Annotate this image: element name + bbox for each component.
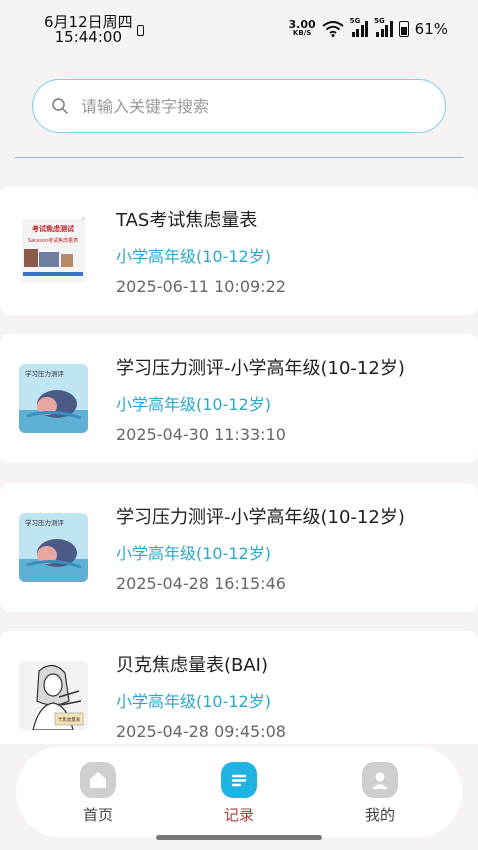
nav-records[interactable]: 记录 bbox=[199, 762, 279, 825]
record-card[interactable]: 卡焦虑量表 贝克焦虑量表(BAI) 小学高年级(10-12岁) 2025-04-… bbox=[0, 631, 478, 744]
signal-1-label: 5G bbox=[349, 17, 361, 25]
nav-mine-label: 我的 bbox=[364, 806, 395, 824]
bottom-nav: 首页 记录 我的 bbox=[16, 746, 462, 838]
record-date: 2025-06-11 10:09:22 bbox=[116, 277, 286, 296]
record-date: 2025-04-28 09:45:08 bbox=[116, 722, 286, 741]
lock-icon bbox=[137, 25, 144, 36]
record-date: 2025-04-28 16:15:46 bbox=[116, 574, 286, 593]
battery-percent: 61% bbox=[414, 20, 448, 38]
nav-mine[interactable]: 我的 bbox=[340, 762, 420, 825]
record-thumbnail: 卡焦虑量表 bbox=[19, 661, 88, 730]
record-title: TAS考试焦虑量表 bbox=[116, 210, 258, 231]
battery-icon bbox=[398, 21, 409, 37]
thumbnail-title: 考试焦虑测试 bbox=[32, 224, 74, 233]
nav-home[interactable]: 首页 bbox=[58, 762, 138, 825]
status-right: 3.00 KB/S 5G 5G 61% bbox=[289, 17, 448, 38]
network-speed: 3.00 KB/S bbox=[289, 19, 316, 38]
nav-home-label: 首页 bbox=[82, 806, 113, 824]
record-thumbnail: 考试焦虑测试 Sarason考试焦虑量表 " bbox=[19, 216, 88, 285]
signal-icon-2: 5G bbox=[374, 17, 393, 37]
record-card[interactable]: 学习压力测评 学习压力测评-小学高年级(10-12岁) 小学高年级(10-12岁… bbox=[0, 483, 478, 612]
record-grade: 小学高年级(10-12岁) bbox=[116, 692, 271, 711]
search-box[interactable] bbox=[32, 79, 446, 133]
status-datetime: 6月12日周四 15:44:00 bbox=[44, 15, 133, 45]
record-grade: 小学高年级(10-12岁) bbox=[116, 247, 271, 266]
wifi-icon bbox=[322, 21, 344, 37]
svg-text:": " bbox=[81, 216, 86, 227]
signal-icon-1: 5G bbox=[350, 17, 369, 37]
search-input[interactable] bbox=[79, 95, 413, 117]
thumbnail-title: 卡焦虑量表 bbox=[58, 716, 81, 723]
record-grade: 小学高年级(10-12岁) bbox=[116, 395, 271, 414]
record-card[interactable]: 考试焦虑测试 Sarason考试焦虑量表 " TAS考试焦虑量表 小学高年级(1… bbox=[0, 186, 478, 315]
thumbnail-subtitle: Sarason考试焦虑量表 bbox=[28, 237, 78, 244]
records-icon bbox=[221, 762, 257, 798]
nav-records-label: 记录 bbox=[223, 806, 254, 824]
record-title: 学习压力测评-小学高年级(10-12岁) bbox=[116, 507, 405, 528]
thumbnail-title: 学习压力测评 bbox=[25, 518, 65, 527]
record-title: 贝克焦虑量表(BAI) bbox=[116, 655, 269, 676]
record-list[interactable]: 考试焦虑测试 Sarason考试焦虑量表 " TAS考试焦虑量表 小学高年级(1… bbox=[0, 186, 478, 744]
home-icon bbox=[80, 762, 116, 798]
record-date: 2025-04-30 11:33:10 bbox=[116, 425, 286, 444]
status-time: 15:44:00 bbox=[54, 28, 122, 46]
thumbnail-title: 学习压力测评 bbox=[25, 369, 65, 378]
signal-2-label: 5G bbox=[374, 17, 385, 25]
user-icon bbox=[362, 762, 398, 798]
record-card[interactable]: 学习压力测评 学习压力测评-小学高年级(10-12岁) 小学高年级(10-12岁… bbox=[0, 334, 478, 463]
record-title: 学习压力测评-小学高年级(10-12岁) bbox=[116, 358, 405, 379]
record-thumbnail: 学习压力测评 bbox=[19, 513, 88, 582]
search-icon bbox=[52, 98, 68, 114]
divider bbox=[15, 157, 463, 158]
record-grade: 小学高年级(10-12岁) bbox=[116, 544, 271, 563]
home-indicator[interactable] bbox=[156, 835, 322, 840]
record-thumbnail: 学习压力测评 bbox=[19, 364, 88, 433]
status-bar: 6月12日周四 15:44:00 3.00 KB/S 5G 5G 61% bbox=[0, 0, 478, 58]
